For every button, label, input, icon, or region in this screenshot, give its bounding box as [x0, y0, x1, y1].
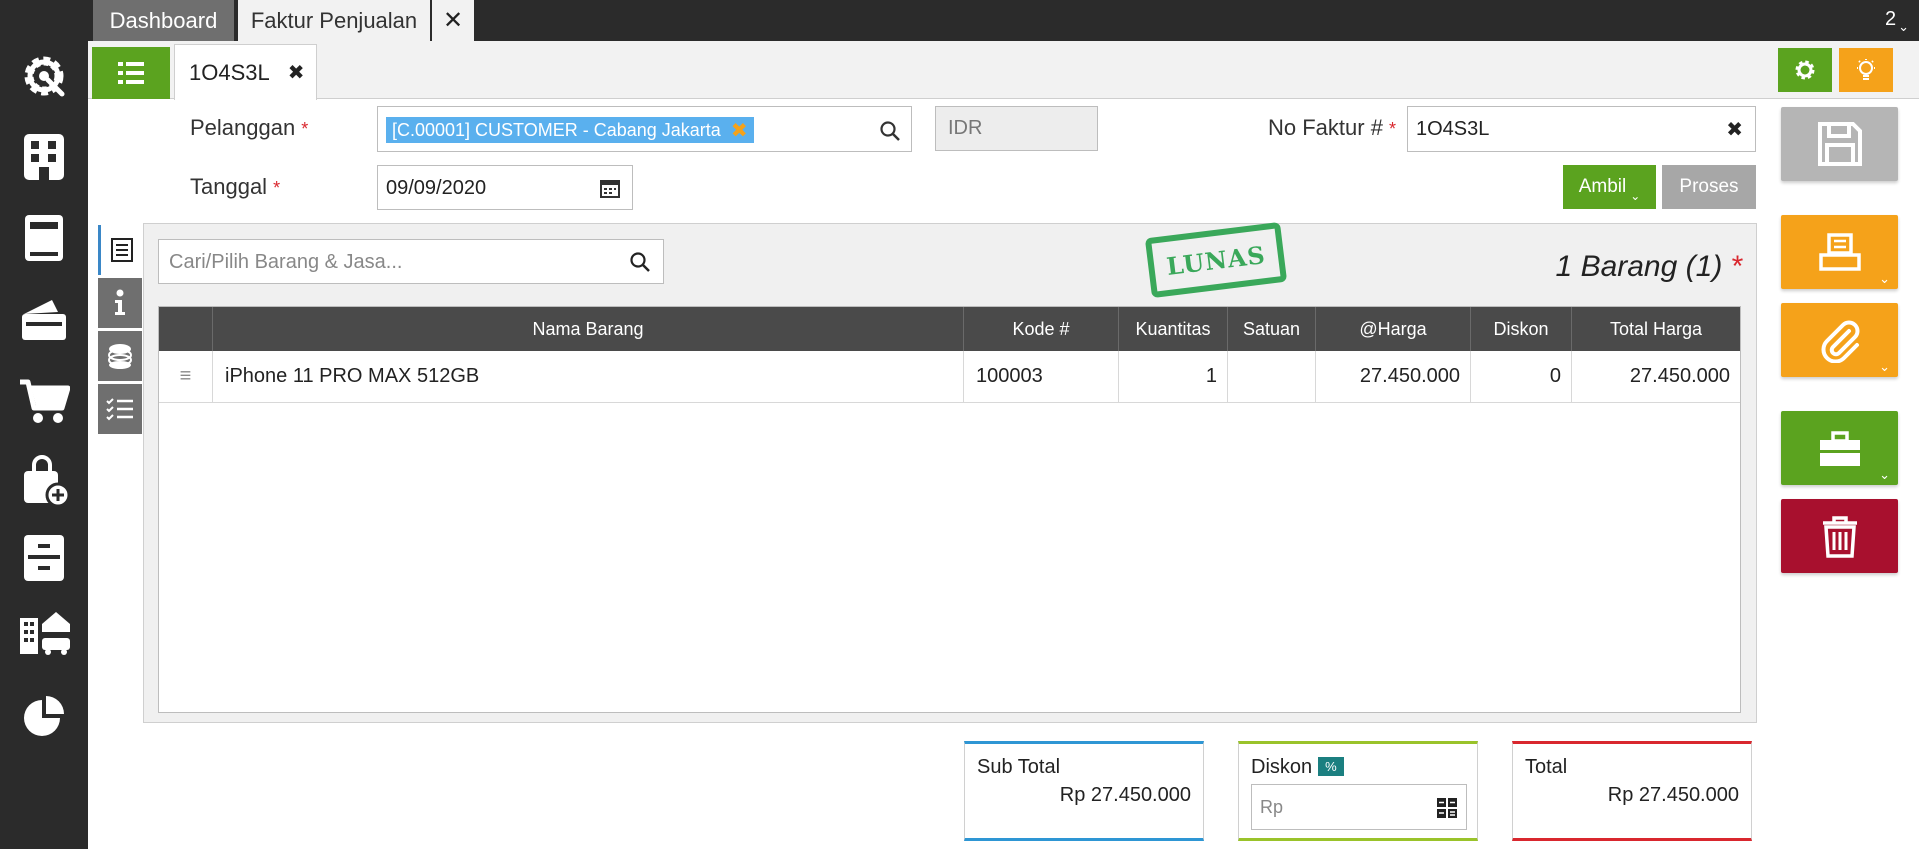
- tab-payment[interactable]: [98, 331, 142, 381]
- column-header-code[interactable]: Kode #: [964, 307, 1119, 351]
- document-tab[interactable]: 1O4S3L ✖: [174, 44, 317, 100]
- counter-value: 2: [1884, 8, 1897, 30]
- subtotal-value: Rp 27.450.000: [1059, 784, 1191, 806]
- date-label: Tanggal *: [190, 174, 281, 199]
- invoice-no-label: No Faktur # *: [1268, 115, 1396, 140]
- table-cell-qty[interactable]: 1: [1119, 351, 1228, 403]
- column-header-price[interactable]: @Harga: [1316, 307, 1471, 351]
- list-icon: [118, 62, 144, 84]
- top-tab-bar: Dashboard Faktur Penjualan ✕ 2 ⌄: [88, 0, 1919, 41]
- ambil-button[interactable]: Ambil ⌄: [1563, 165, 1656, 209]
- customer-select[interactable]: [C.00001] CUSTOMER - Cabang Jakarta ✖: [377, 106, 912, 152]
- column-header-unit[interactable]: Satuan: [1228, 307, 1316, 351]
- briefcase-icon: [1819, 431, 1860, 466]
- subtotal-label: Sub Total: [977, 756, 1061, 778]
- left-sidebar: [0, 0, 88, 849]
- customer-label: Pelanggan *: [190, 115, 309, 140]
- tab-dashboard[interactable]: Dashboard: [93, 0, 234, 41]
- pie-chart-icon[interactable]: [16, 688, 72, 744]
- discount-percent-toggle[interactable]: %: [1318, 757, 1344, 776]
- paperclip-icon: [1821, 320, 1859, 363]
- book-icon[interactable]: [16, 210, 72, 266]
- total-value: Rp 27.450.000: [1607, 784, 1739, 806]
- discount-label: Diskon%: [1251, 756, 1344, 779]
- tips-button[interactable]: [1839, 48, 1893, 92]
- building-icon[interactable]: [16, 128, 72, 184]
- save-button[interactable]: [1781, 107, 1898, 181]
- tab-checklist[interactable]: [98, 384, 142, 434]
- bag-add-icon[interactable]: [16, 453, 72, 509]
- tools-button[interactable]: ⌄: [1781, 411, 1898, 485]
- remove-customer-icon[interactable]: ✖: [731, 118, 748, 143]
- info-icon: [115, 289, 125, 315]
- item-search-icon: [630, 252, 650, 272]
- chevron-down-icon: ⌄: [1630, 189, 1641, 203]
- checklist-icon: [106, 398, 133, 421]
- chevron-down-icon: ⌄: [1898, 19, 1909, 34]
- search-icon: [880, 121, 900, 141]
- total-label: Total: [1525, 756, 1568, 778]
- tab-info[interactable]: [98, 278, 142, 328]
- building-car-icon[interactable]: [16, 604, 72, 660]
- customer-chip: [C.00001] CUSTOMER - Cabang Jakarta ✖: [386, 117, 754, 143]
- customer-chip-label: [C.00001] CUSTOMER - Cabang Jakarta: [392, 119, 721, 140]
- column-header-total[interactable]: Total Harga: [1572, 307, 1740, 351]
- chevron-down-icon: ⌄: [1879, 359, 1890, 374]
- column-header-discount[interactable]: Diskon: [1471, 307, 1572, 351]
- delete-button[interactable]: [1781, 499, 1898, 573]
- proses-button[interactable]: Proses: [1662, 165, 1756, 209]
- trash-icon: [1822, 516, 1857, 558]
- settings-button[interactable]: [1778, 48, 1832, 92]
- calculator-icon: [1437, 798, 1457, 818]
- currency-field[interactable]: IDR: [935, 106, 1098, 151]
- floppy-disk-icon: [1817, 122, 1862, 166]
- date-value: 09/09/2020: [386, 177, 487, 199]
- tab-faktur-penjualan[interactable]: Faktur Penjualan: [238, 0, 430, 41]
- cabinet-icon[interactable]: [16, 530, 72, 586]
- chevron-down-icon: ⌄: [1879, 271, 1890, 286]
- wallet-icon[interactable]: [16, 290, 72, 346]
- invoice-no-value: 1O4S3L: [1416, 118, 1490, 140]
- document-tab-label: 1O4S3L: [189, 59, 270, 85]
- clear-invoice-icon[interactable]: ✖: [1726, 117, 1743, 142]
- close-document-icon[interactable]: ✖: [288, 60, 305, 85]
- print-button[interactable]: ⌄: [1781, 215, 1898, 289]
- discount-box: Diskon% Rp: [1238, 741, 1478, 841]
- cart-icon[interactable]: [16, 372, 72, 428]
- discount-input[interactable]: Rp: [1251, 784, 1467, 830]
- table-cell-name[interactable]: iPhone 11 PRO MAX 512GB: [213, 351, 964, 403]
- column-header-name[interactable]: Nama Barang: [213, 307, 964, 351]
- document-list-icon: [110, 238, 133, 262]
- list-view-button[interactable]: [92, 47, 170, 99]
- printer-icon: [1818, 233, 1861, 271]
- total-box: Total Rp 27.450.000: [1512, 741, 1752, 841]
- invoice-no-field[interactable]: 1O4S3L ✖: [1407, 106, 1756, 152]
- column-header-drag: [159, 307, 213, 351]
- column-header-qty[interactable]: Kuantitas: [1119, 307, 1228, 351]
- lightbulb-icon: [1857, 59, 1875, 80]
- open-windows-counter[interactable]: 2 ⌄: [1885, 8, 1909, 35]
- items-grid: Nama Barang Kode # Kuantitas Satuan @Har…: [158, 306, 1741, 713]
- tab-items-list[interactable]: [98, 225, 142, 275]
- item-search-input[interactable]: Cari/Pilih Barang & Jasa...: [158, 239, 664, 284]
- subtotal-box: Sub Total Rp 27.450.000: [964, 741, 1204, 841]
- close-tab-icon[interactable]: ✕: [432, 0, 474, 41]
- document-tab-strip: 1O4S3L ✖: [88, 41, 1919, 100]
- coins-icon: [108, 344, 132, 369]
- date-field[interactable]: 09/09/2020: [377, 165, 633, 210]
- table-cell-price[interactable]: 27.450.000: [1316, 351, 1471, 403]
- table-cell-unit[interactable]: [1228, 351, 1316, 403]
- settings-icon[interactable]: [16, 48, 72, 104]
- calendar-icon: [600, 180, 620, 198]
- discount-placeholder: Rp: [1260, 797, 1284, 817]
- row-drag-handle-icon[interactable]: ≡: [159, 351, 213, 403]
- table-cell-total[interactable]: 27.450.000: [1572, 351, 1740, 403]
- table-cell-code[interactable]: 100003: [964, 351, 1119, 403]
- chevron-down-icon: ⌄: [1879, 467, 1890, 482]
- table-cell-discount[interactable]: 0: [1471, 351, 1572, 403]
- gear-icon: [1795, 60, 1815, 80]
- attachment-button[interactable]: ⌄: [1781, 303, 1898, 377]
- item-count: 1 Barang (1) *: [1555, 250, 1742, 283]
